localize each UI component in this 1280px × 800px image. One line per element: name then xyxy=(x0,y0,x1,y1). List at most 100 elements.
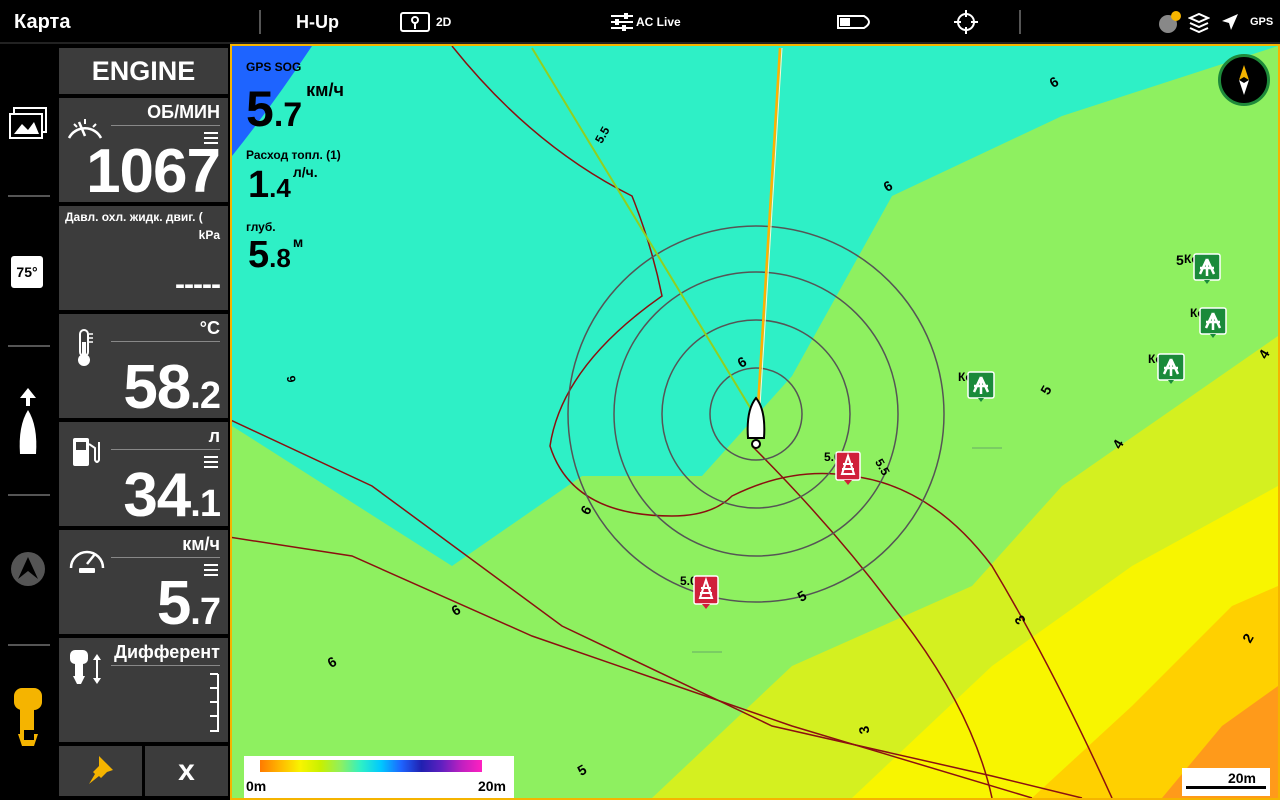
temp-unit: °C xyxy=(199,318,220,338)
page-title[interactable]: Карта xyxy=(14,0,70,44)
gallery-icon xyxy=(9,107,47,139)
fuel-rate-value: 1.4л/ч. xyxy=(248,164,318,207)
view-mode-label: 2D xyxy=(436,15,452,29)
snag-icon xyxy=(1199,307,1227,338)
crosshair-button[interactable] xyxy=(954,0,978,44)
scale-bar-line xyxy=(1186,786,1266,789)
navigation-button[interactable] xyxy=(1220,0,1240,44)
distance-scale-bar: 20m xyxy=(1182,768,1270,796)
fuel-pump-icon xyxy=(73,438,100,466)
compass-icon xyxy=(1239,65,1249,95)
temperature-gauge[interactable]: °C 58.2 xyxy=(59,314,228,422)
trim-label: Дифферент xyxy=(114,642,220,662)
contour-label: 5 xyxy=(1176,252,1184,268)
depth-color-scale: 0m 20m xyxy=(244,756,514,798)
coolant-value: ----- xyxy=(175,268,221,301)
navigation-arrow-icon xyxy=(1222,14,1238,30)
sonar-button[interactable] xyxy=(8,551,50,592)
temp-value: 58.2 xyxy=(123,352,221,423)
map-pin-icon xyxy=(400,12,430,32)
layers-button[interactable] xyxy=(1188,0,1210,44)
speed-gauge[interactable]: км/ч 5.7 xyxy=(59,530,228,638)
pin-button[interactable] xyxy=(59,746,142,796)
divider xyxy=(259,10,261,34)
gps-label: GPS xyxy=(1250,16,1274,28)
rpm-value: 1067 xyxy=(86,137,221,206)
coolant-label: Давл. охл. жидк. двиг. ( xyxy=(65,210,203,224)
crosshair-icon xyxy=(954,10,978,34)
divider xyxy=(111,557,220,558)
engine-header-label: ENGINE xyxy=(91,55,196,86)
sog-int: 5 xyxy=(246,81,274,137)
engine-button[interactable] xyxy=(8,686,50,755)
temp-dec: .2 xyxy=(190,375,221,417)
depth-waypoint-icon xyxy=(835,451,861,485)
speedometer-icon xyxy=(69,550,105,573)
pin-icon xyxy=(89,756,113,784)
chart-map[interactable]: GPS SOG 5.7км/ч Расход топл. (1) 1.4л/ч.… xyxy=(230,44,1280,800)
close-icon: x xyxy=(178,754,195,787)
boat-view-button[interactable] xyxy=(836,0,876,44)
fuel-rate-unit: л/ч. xyxy=(292,164,318,180)
trim-motor-icon xyxy=(70,650,101,684)
engine-panel: ENGINE ОБ/МИН 1067 Давл. охл. жидк. двиг… xyxy=(57,46,230,800)
depth-value: 5.8м xyxy=(248,234,303,277)
outboard-motor-icon xyxy=(14,688,42,746)
view-mode-button[interactable]: 2D xyxy=(400,0,451,44)
sog-label: GPS SOG xyxy=(246,60,302,74)
fuel-value: 34.1 xyxy=(123,460,221,531)
layers-icon xyxy=(1188,12,1210,34)
divider xyxy=(111,341,220,342)
sliders-icon xyxy=(611,13,633,31)
scale-max: 20m xyxy=(477,778,506,794)
left-icon-bar: 75° xyxy=(0,46,57,800)
depth-int: 5 xyxy=(248,234,270,276)
fuel-rate-dec: .4 xyxy=(269,173,291,203)
depth-label: глуб. xyxy=(246,220,276,234)
sog-dec: .7 xyxy=(273,96,303,134)
ac-live-button[interactable]: AC Live xyxy=(610,0,681,44)
sonar-icon xyxy=(11,552,45,586)
depth-shading xyxy=(232,46,1278,798)
trim-gauge[interactable]: Дифферент xyxy=(59,638,228,742)
boat-icon xyxy=(837,15,870,29)
heading-up-button[interactable] xyxy=(8,386,50,463)
speed-unit: км/ч xyxy=(182,534,220,554)
fuel-unit: л xyxy=(208,426,220,446)
speed-value: 5.7 xyxy=(156,568,221,639)
fuel-rate-label: Расход топл. (1) xyxy=(246,148,341,162)
sog-unit: км/ч xyxy=(306,80,344,100)
temp-int: 58 xyxy=(123,353,191,422)
fuel-dec: .1 xyxy=(190,483,221,525)
fuel-int: 34 xyxy=(123,461,191,530)
thermometer-icon xyxy=(78,329,93,366)
coolant-unit: kPa xyxy=(198,228,220,242)
compass-rose[interactable] xyxy=(1218,54,1270,106)
snag-icon xyxy=(1193,253,1221,284)
rpm-gauge[interactable]: ОБ/МИН 1067 xyxy=(59,98,228,206)
snag-icon xyxy=(967,371,995,402)
divider xyxy=(8,494,50,496)
scale-min: 0m xyxy=(246,778,267,794)
speed-int: 5 xyxy=(156,569,191,638)
ac-live-label: AC Live xyxy=(636,15,681,29)
fuel-gauge[interactable]: л 34.1 xyxy=(59,422,228,530)
gallery-button[interactable] xyxy=(8,106,50,145)
alarm-button[interactable] xyxy=(1158,0,1182,44)
divider xyxy=(8,644,50,646)
gps-status[interactable]: GPS xyxy=(1250,0,1273,44)
depth-dec: .8 xyxy=(269,243,291,273)
engine-header[interactable]: ENGINE xyxy=(59,48,228,94)
coolant-pressure-gauge[interactable]: Давл. охл. жидк. двиг. ( kPa ----- xyxy=(59,206,228,310)
divider xyxy=(1019,10,1021,34)
close-button[interactable]: x xyxy=(145,746,228,796)
divider xyxy=(111,449,220,450)
color-gradient xyxy=(260,760,482,772)
orientation-button[interactable]: H-Up xyxy=(296,0,339,44)
water-temp-button[interactable]: 75° xyxy=(8,256,50,288)
boat-heading-icon xyxy=(19,388,37,454)
alarm-icon xyxy=(1159,11,1181,33)
depth-waypoint-icon xyxy=(693,575,719,609)
depth-unit: м xyxy=(292,234,304,250)
rpm-unit: ОБ/МИН xyxy=(147,102,220,122)
